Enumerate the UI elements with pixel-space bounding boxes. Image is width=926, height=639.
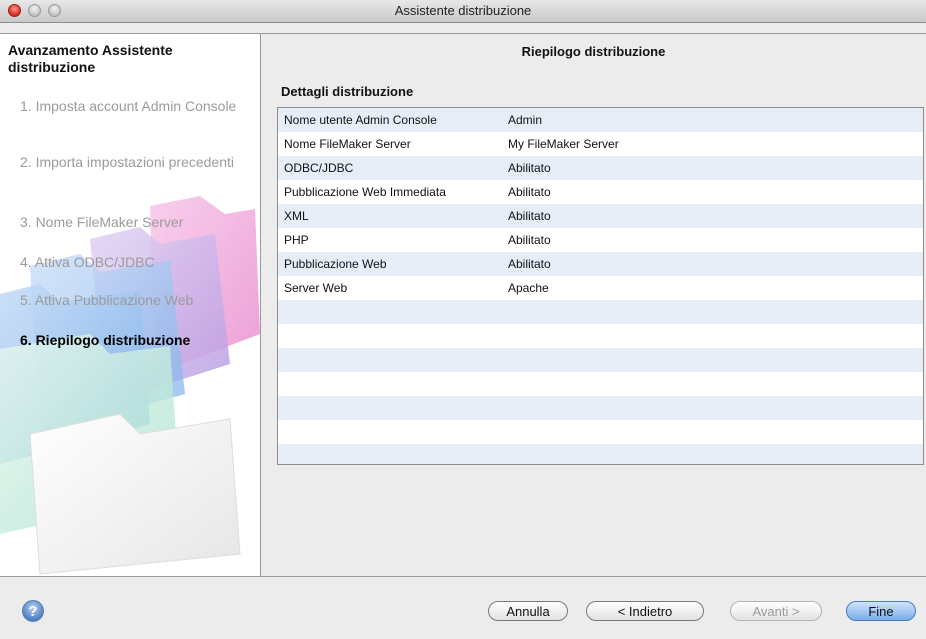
finish-button[interactable]: Fine <box>846 601 916 621</box>
table-row[interactable] <box>278 420 923 444</box>
setting-name-cell: Server Web <box>284 281 348 295</box>
table-row[interactable] <box>278 444 923 464</box>
details-section-title: Dettagli distribuzione <box>281 84 414 99</box>
setting-name-cell: PHP <box>284 233 309 247</box>
table-row[interactable]: Nome FileMaker Server My FileMaker Server <box>278 132 923 156</box>
next-button: Avanti > <box>730 601 822 621</box>
table-row[interactable] <box>278 300 923 324</box>
window-title: Assistente distribuzione <box>394 3 532 18</box>
setting-value-cell: Abilitato <box>508 257 551 271</box>
table-row[interactable]: Pubblicazione Web Immediata Abilitato <box>278 180 923 204</box>
summary-title: Riepilogo distribuzione <box>521 44 666 59</box>
details-table[interactable]: Nome utente Admin Console Admin Nome FileM… <box>277 107 924 465</box>
table-row[interactable] <box>278 348 923 372</box>
setting-name-cell: XML <box>284 209 309 223</box>
setting-value-cell: Abilitato <box>508 209 551 223</box>
summary-pane: Riepilogo distribuzione Dettagli distrib… <box>261 33 926 577</box>
setting-value-cell: Apache <box>508 281 549 295</box>
step-1-label: 1. Imposta account Admin Console <box>20 98 237 114</box>
table-row[interactable]: XML Abilitato <box>278 204 923 228</box>
assistant-window: Assistente distribuzione Avanzamento Ass… <box>0 0 926 639</box>
table-row[interactable] <box>278 324 923 348</box>
setting-name-cell: Nome utente Admin Console <box>284 113 437 127</box>
help-icon[interactable]: ? <box>22 600 44 622</box>
setting-value-cell: My FileMaker Server <box>508 137 619 151</box>
setting-value-cell: Admin <box>508 113 543 127</box>
table-row[interactable]: Pubblicazione Web Abilitato <box>278 252 923 276</box>
step-4-label: 4. Attiva ODBC/JDBC <box>20 254 155 270</box>
step-6-label: 6. Riepilogo distribuzione <box>20 332 191 348</box>
step-5-label: 5. Attiva Pubblicazione Web <box>20 292 194 308</box>
step-3-label: 3. Nome FileMaker Server <box>20 214 184 230</box>
table-row[interactable]: Server Web Apache <box>278 276 923 300</box>
setting-name-cell: ODBC/JDBC <box>284 161 354 175</box>
setting-name-cell: Nome FileMaker Server <box>284 137 411 151</box>
setting-name-cell: Pubblicazione Web Immediata <box>284 185 446 199</box>
title-bar: Assistente distribuzione <box>0 0 926 23</box>
cancel-button[interactable]: Annulla <box>488 601 568 621</box>
progress-pane: Avanzamento Assistente distribuzione 1. … <box>0 33 261 577</box>
table-row[interactable] <box>278 372 923 396</box>
setting-value-cell: Abilitato <box>508 233 551 247</box>
setting-value-cell: Abilitato <box>508 161 551 175</box>
table-row[interactable]: PHP Abilitato <box>278 228 923 252</box>
back-button[interactable]: < Indietro <box>586 601 704 621</box>
progress-title: Avanzamento Assistente distribuzione <box>8 42 173 75</box>
table-row[interactable]: Nome utente Admin Console Admin <box>278 108 923 132</box>
button-bar: ? Annulla < Indietro Avanti > Fine <box>0 576 926 639</box>
setting-value-cell: Abilitato <box>508 185 551 199</box>
table-row[interactable] <box>278 396 923 420</box>
table-row[interactable]: ODBC/JDBC Abilitato <box>278 156 923 180</box>
setting-name-cell: Pubblicazione Web <box>284 257 387 271</box>
step-2-label: 2. Importa impostazioni precedenti <box>20 154 234 170</box>
